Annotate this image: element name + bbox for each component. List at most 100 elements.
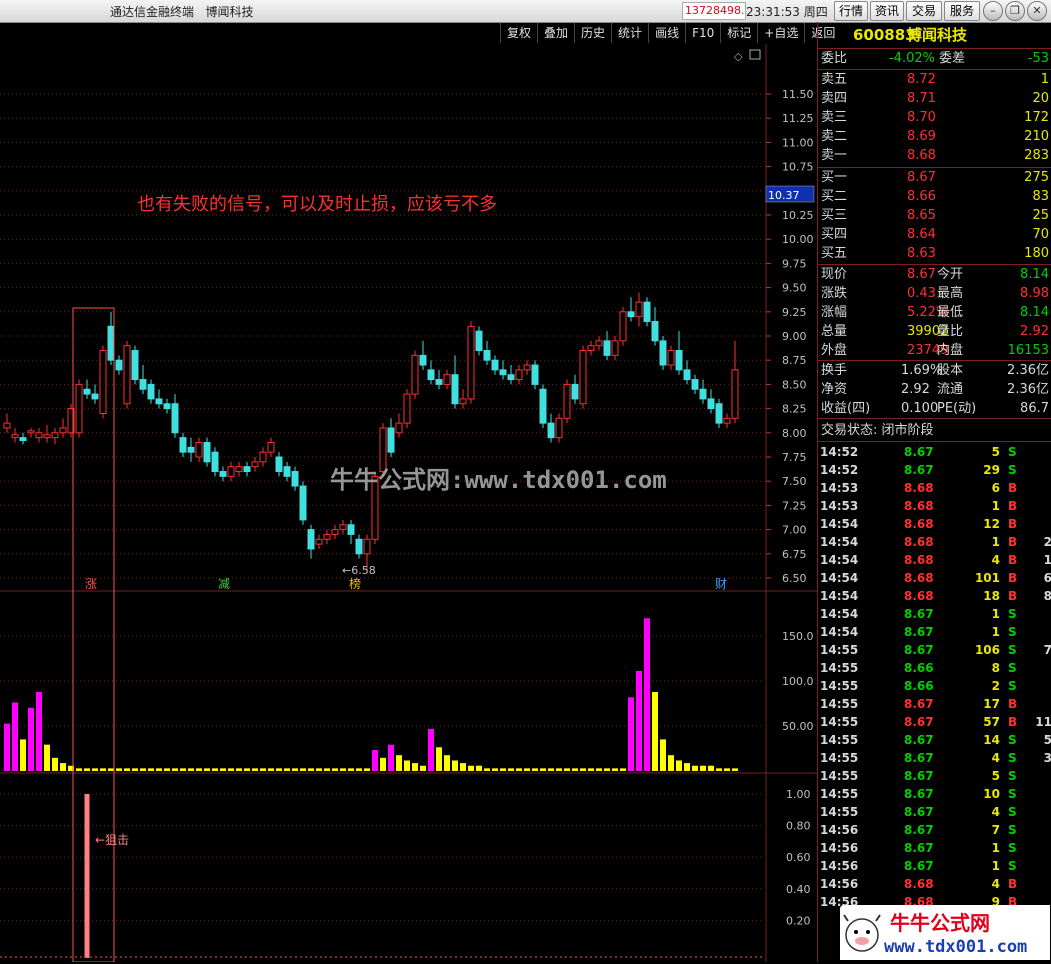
tick-count: 1 [1043, 553, 1051, 567]
candle-body [59, 427, 67, 434]
tick-volume: 1 [991, 859, 1000, 873]
volume-bar [284, 768, 290, 771]
ask-label: 卖三 [821, 110, 848, 125]
tick-price: 8.67 [904, 859, 934, 873]
tick-side: S [1008, 733, 1017, 747]
diff-value: -53 [1027, 51, 1049, 66]
service-button[interactable]: 服务 [944, 1, 980, 21]
tick-volume: 106 [974, 643, 1000, 657]
volume-bar [492, 768, 498, 771]
tick-price: 8.67 [904, 643, 934, 657]
tick-time: 14:54 [820, 571, 859, 585]
kline-chart[interactable]: 11.5011.2511.0010.7510.5010.2510.009.759… [0, 22, 817, 962]
tick-time: 14:54 [820, 625, 859, 639]
window-icon[interactable] [749, 49, 761, 60]
volume-bar [532, 768, 538, 771]
volume-bar [588, 768, 594, 771]
volume-bar [380, 757, 386, 771]
stat-label: 外盘 [821, 343, 848, 358]
candle-body [731, 369, 739, 419]
stat-label: 净资 [821, 382, 848, 397]
diamond-icon[interactable]: ◇ [734, 50, 743, 63]
tick-time: 14:55 [820, 643, 859, 657]
ask-volume: 1 [1040, 72, 1049, 87]
volume-bar [28, 707, 34, 771]
candle-body [91, 393, 99, 400]
stat-value: 2.36亿 [1007, 363, 1049, 378]
tick-time: 14:55 [820, 805, 859, 819]
tick-price: 8.67 [904, 715, 934, 729]
tick-price: 8.68 [904, 499, 934, 513]
tick-side: B [1008, 481, 1018, 495]
candle-body [307, 529, 315, 550]
tick-side: S [1008, 679, 1017, 693]
volume-bar [164, 768, 170, 771]
candle-body [187, 446, 195, 453]
news-button[interactable]: 资讯 [870, 1, 904, 21]
volume-bar [52, 757, 58, 771]
volume-bar [116, 768, 122, 771]
tick-time: 14:52 [820, 463, 859, 477]
account-field[interactable]: 13728498... [682, 2, 746, 20]
candle-body [19, 437, 27, 442]
tick-time: 14:55 [820, 769, 859, 783]
bid-label: 买五 [821, 246, 848, 261]
restore-icon[interactable]: ❐ [1005, 1, 1025, 21]
trade-button[interactable]: 交易 [906, 1, 942, 21]
event-marker[interactable]: 涨 [85, 576, 97, 591]
tick-volume: 5 [991, 445, 1000, 459]
price-tick: 10.75 [782, 161, 814, 174]
volume-bar [292, 768, 298, 771]
tick-row: 14:53 8.68 6 B [820, 479, 1051, 497]
tick-row: 14:55 8.67 57 B 11 [820, 713, 1051, 731]
candle-body [379, 427, 387, 473]
candle-body [403, 393, 411, 424]
candle-body [195, 441, 203, 458]
candle-body [219, 471, 227, 477]
signal-tick: 0.40 [786, 883, 811, 896]
event-marker[interactable]: 减 [218, 577, 230, 591]
tick-volume: 4 [991, 553, 1000, 567]
tick-time: 14:55 [820, 661, 859, 675]
tick-row: 14:53 8.68 1 B [820, 497, 1051, 515]
tick-volume: 29 [983, 463, 1000, 477]
volume-bar [652, 692, 658, 771]
tick-price: 8.67 [904, 751, 934, 765]
candle-body [3, 422, 11, 429]
volume-bar [700, 765, 706, 771]
candle-body [35, 432, 43, 439]
volume-bar [340, 768, 346, 771]
volume-bar [460, 763, 466, 771]
close-icon[interactable]: ✕ [1027, 1, 1047, 21]
tick-time: 14:53 [820, 499, 859, 513]
market-button[interactable]: 行情 [834, 1, 868, 21]
event-marker[interactable]: 财 [715, 577, 727, 591]
stat-label: 内盘 [937, 343, 964, 358]
signal-tick: 1.00 [786, 788, 811, 801]
tick-price: 8.67 [904, 697, 934, 711]
tick-price: 8.67 [904, 787, 934, 801]
signal-tick: 0.80 [786, 820, 811, 833]
annotation-text: 也有失败的信号，可以及时止损，应该亏不多 [137, 194, 497, 215]
tick-volume: 1 [991, 841, 1000, 855]
tick-side: S [1008, 445, 1017, 459]
tick-side: S [1008, 769, 1017, 783]
candle-body [275, 456, 283, 473]
tick-volume: 57 [983, 715, 1000, 729]
price-tick: 8.50 [782, 378, 807, 391]
candle-body [387, 427, 395, 453]
minimize-icon[interactable]: – [983, 1, 1003, 21]
diff-label: 委差 [939, 51, 966, 66]
candle-body [419, 354, 427, 366]
stat-label: 最高 [937, 286, 964, 301]
volume-bar [84, 768, 90, 771]
tick-price: 8.67 [904, 841, 934, 855]
tick-volume: 17 [983, 697, 1000, 711]
tick-row: 14:55 8.67 14 S 5 [820, 731, 1051, 749]
signal-tick: 0.60 [786, 851, 811, 864]
event-marker[interactable]: 榜 [349, 576, 361, 591]
bid-volume: 180 [1024, 246, 1049, 261]
volume-bar [60, 763, 66, 771]
volume-bar [44, 744, 50, 771]
candle-body [291, 471, 299, 487]
